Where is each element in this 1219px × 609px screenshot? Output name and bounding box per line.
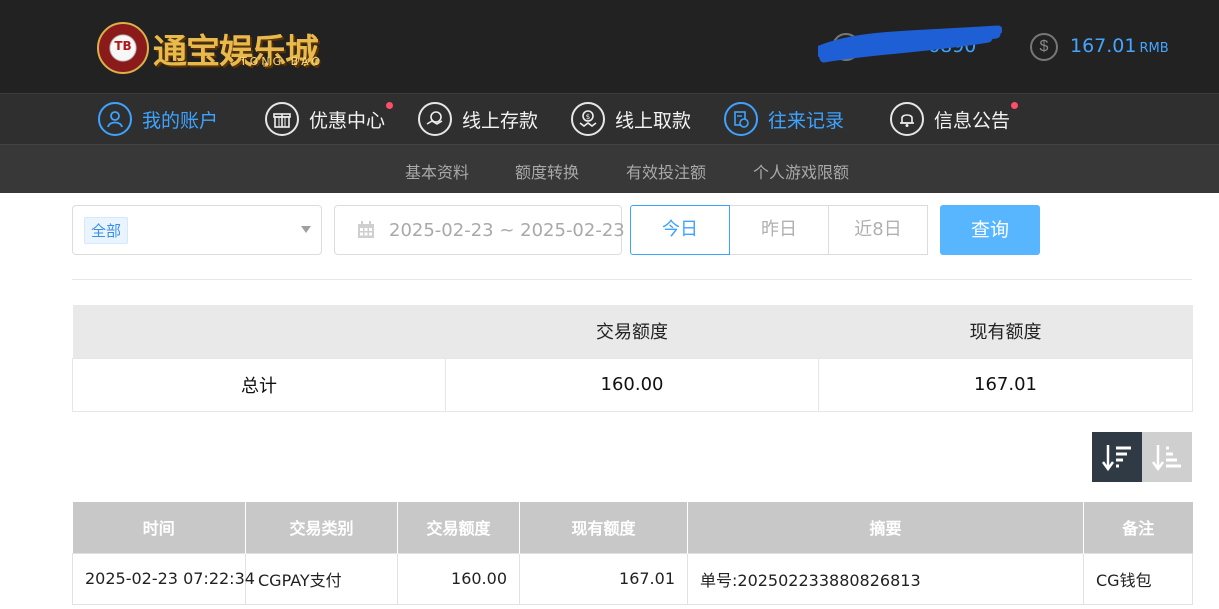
nav-label: 我的账户 — [142, 109, 219, 132]
summary-total-amount: 160.00 — [445, 357, 819, 412]
sort-ascending-icon — [1151, 445, 1181, 472]
quick-today-button[interactable]: 今日 — [630, 205, 730, 255]
cell-amount: 160.00 — [397, 552, 520, 605]
summary-header-cell — [72, 305, 446, 358]
subnav-game-limits[interactable]: 个人游戏限额 — [753, 159, 849, 183]
cell-remark: CG钱包 — [1083, 552, 1193, 605]
subnav-valid-bets[interactable]: 有效投注额 — [626, 159, 706, 183]
col-header-time[interactable]: 时间 — [72, 502, 246, 553]
nav-promotions[interactable]: 优惠中心 — [265, 94, 394, 144]
col-header-remark[interactable]: 备注 — [1083, 502, 1193, 553]
nav-deposit[interactable]: 线上存款 — [418, 94, 538, 144]
summary-table: 交易额度 现有额度 总计 160.00 167.01 — [72, 305, 1193, 412]
calendar-icon — [358, 221, 374, 238]
summary-header-cell: 现有额度 — [818, 305, 1193, 358]
notification-dot — [1011, 102, 1019, 109]
sort-descending-button[interactable] — [1092, 432, 1142, 482]
nav-label: 优惠中心 — [309, 109, 386, 132]
user-circle-icon — [98, 102, 132, 136]
summary-header-cell: 交易额度 — [445, 305, 819, 358]
notification-dot — [386, 102, 394, 109]
search-button[interactable]: 查询 — [940, 205, 1040, 255]
balance-display: 167.01 RMB — [1070, 35, 1169, 57]
col-header-balance[interactable]: 现有额度 — [519, 502, 688, 553]
cell-time: 2025-02-23 07:22:34 — [72, 552, 255, 605]
col-header-amount[interactable]: 交易额度 — [397, 502, 520, 553]
quick-last8days-button[interactable]: 近8日 — [828, 205, 928, 255]
site-logo-subtitle: TONG BAO — [240, 55, 324, 68]
withdraw-icon: $ — [571, 102, 605, 136]
bell-icon — [890, 102, 924, 136]
cell-balance: 167.01 — [519, 552, 688, 605]
summary-total-row: 总计 160.00 167.01 — [72, 357, 1193, 412]
date-range-text: 2025-02-23 ~ 2025-02-23 — [389, 220, 625, 241]
deposit-icon — [418, 102, 452, 136]
cell-summary: 单号:202502233880826813 — [687, 552, 1084, 605]
cell-type: CGPAY支付 — [245, 552, 398, 605]
divider — [72, 279, 1192, 280]
nav-label: 线上取款 — [615, 109, 692, 132]
table-row[interactable]: 2025-02-23 07:22:34 CGPAY支付 160.00 167.0… — [72, 552, 1193, 605]
col-header-type[interactable]: 交易类别 — [245, 502, 398, 553]
nav-label: 信息公告 — [934, 109, 1011, 132]
subnav-basic-info[interactable]: 基本资料 — [405, 159, 469, 183]
nav-announcements[interactable]: 信息公告 — [890, 94, 1019, 144]
subnav-transfer[interactable]: 额度转换 — [515, 159, 579, 183]
records-table: 时间 交易类别 交易额度 现有额度 摘要 备注 2025-02-23 07:22… — [72, 502, 1193, 605]
transaction-type-select[interactable]: 全部 — [72, 205, 322, 255]
dollar-icon: $ — [1030, 33, 1058, 61]
logo-chip-icon[interactable]: TB — [97, 22, 149, 74]
records-icon — [724, 102, 758, 136]
nav-withdraw[interactable]: $ 线上取款 — [571, 94, 691, 144]
sub-nav: 基本资料 额度转换 有效投注额 个人游戏限额 — [0, 144, 1219, 193]
main-nav: 我的账户 优惠中心 线上存款 $ 线上取款 往来记录 信息公告 — [0, 93, 1219, 144]
nav-my-account[interactable]: 我的账户 — [98, 94, 218, 144]
svg-text:$: $ — [586, 113, 590, 121]
nav-label: 线上存款 — [462, 109, 539, 132]
date-range-picker[interactable]: 2025-02-23 ~ 2025-02-23 — [334, 205, 625, 255]
summary-total-balance: 167.01 — [818, 357, 1193, 412]
selected-type-tag: 全部 — [84, 217, 129, 244]
chevron-down-icon — [301, 226, 311, 233]
redaction-scribble — [818, 25, 1002, 63]
summary-header-row: 交易额度 现有额度 — [72, 305, 1193, 358]
balance-currency: RMB — [1139, 41, 1169, 56]
quick-yesterday-button[interactable]: 昨日 — [729, 205, 829, 255]
summary-total-label: 总计 — [72, 357, 446, 412]
logo-badge-text: TB — [114, 39, 132, 53]
nav-label: 往来记录 — [768, 109, 845, 132]
gift-icon — [265, 102, 299, 136]
sort-ascending-button[interactable] — [1142, 432, 1192, 482]
sort-descending-icon — [1101, 445, 1131, 472]
col-header-summary[interactable]: 摘要 — [687, 502, 1084, 553]
nav-records[interactable]: 往来记录 — [724, 94, 844, 144]
balance-amount: 167.01 — [1070, 35, 1137, 57]
top-header: TB 通宝娱乐城 TONG BAO 6890 $ 167.01 RMB — [0, 0, 1219, 93]
records-header-row: 时间 交易类别 交易额度 现有额度 摘要 备注 — [72, 502, 1193, 553]
